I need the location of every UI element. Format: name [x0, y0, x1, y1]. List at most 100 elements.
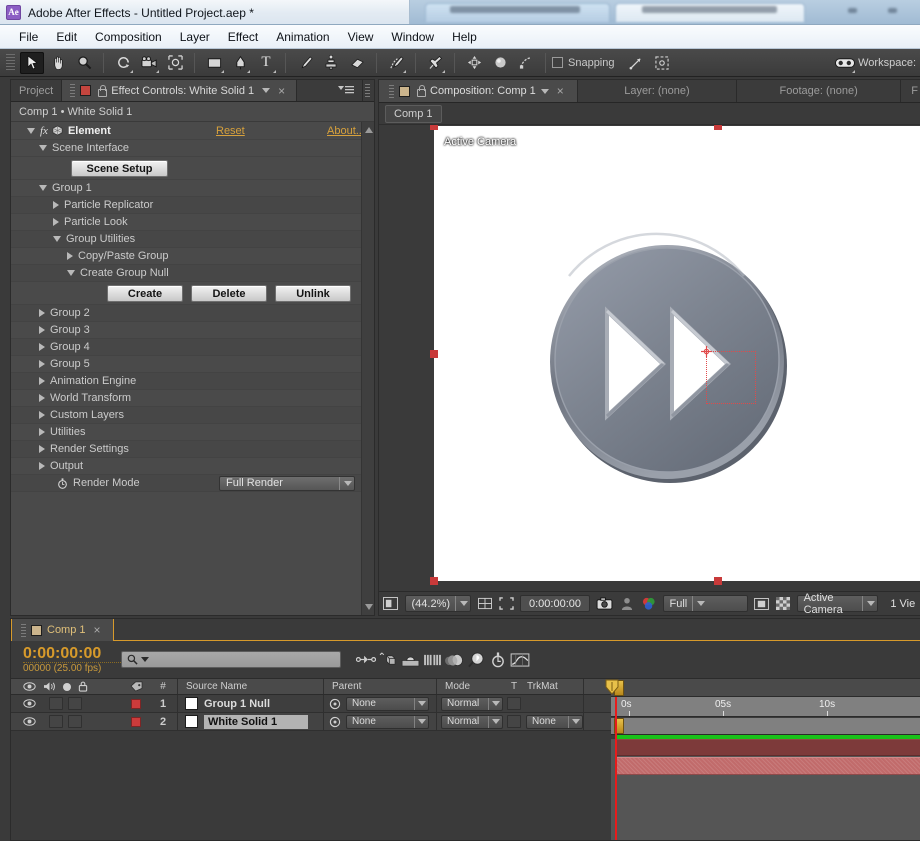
- magnification-dropdown[interactable]: (44.2%): [404, 595, 471, 612]
- camera-tool-button[interactable]: [137, 52, 161, 74]
- search-chevron-icon[interactable]: [141, 657, 149, 662]
- menu-item-layer[interactable]: Layer: [171, 27, 219, 47]
- timeline-graph[interactable]: 0s 05s 10s: [605, 679, 920, 840]
- unlink-button[interactable]: Unlink: [275, 284, 351, 302]
- resolution-dropdown[interactable]: Full: [662, 595, 748, 612]
- tab-footage[interactable]: Footage: (none): [737, 80, 902, 102]
- stopwatch-icon[interactable]: [57, 477, 68, 489]
- chevron-right-icon[interactable]: [53, 201, 59, 209]
- comp-close-icon[interactable]: ×: [554, 84, 567, 98]
- effect-row-scene-interface[interactable]: Scene Interface: [11, 140, 361, 157]
- effect-row-render-settings[interactable]: Render Settings: [11, 441, 361, 458]
- layer-audio-toggle[interactable]: [49, 697, 63, 710]
- type-tool-button[interactable]: T: [254, 52, 278, 74]
- transparency-grid-icon[interactable]: [775, 595, 791, 612]
- menu-item-effect[interactable]: Effect: [219, 27, 267, 47]
- work-area-band[interactable]: [611, 718, 920, 735]
- motion-blur-icon[interactable]: [443, 650, 465, 670]
- preserve-transparency-toggle[interactable]: [507, 697, 521, 710]
- trkmat-chevron-icon[interactable]: [572, 719, 580, 724]
- search-input[interactable]: [121, 651, 341, 668]
- chevron-right-icon[interactable]: [39, 377, 45, 385]
- layer-bar-whitesolid1[interactable]: [615, 757, 920, 775]
- current-time-field[interactable]: 0:00:00:00: [520, 595, 590, 612]
- camera-chevron-icon[interactable]: [867, 601, 876, 606]
- graph-editor-icon[interactable]: [509, 650, 531, 670]
- chevron-down-icon[interactable]: [27, 127, 35, 134]
- chevron-right-icon[interactable]: [39, 309, 45, 317]
- render-mode-row[interactable]: Render Mode Full Render: [11, 475, 361, 492]
- menu-item-composition[interactable]: Composition: [86, 27, 171, 47]
- brush-tool-button[interactable]: [293, 52, 317, 74]
- always-preview-this-view-icon[interactable]: [383, 595, 399, 612]
- composition-viewer[interactable]: Active Camera: [379, 125, 920, 591]
- render-mode-dropdown[interactable]: Full Render: [219, 475, 355, 491]
- column-header-t[interactable]: T: [505, 679, 523, 694]
- effect-row-particle-replicator[interactable]: Particle Replicator: [11, 197, 361, 214]
- resolution-chevron-icon[interactable]: [697, 601, 706, 606]
- chevron-down-icon[interactable]: [39, 185, 47, 191]
- comp-chevron-down-icon[interactable]: [540, 88, 549, 94]
- snap-arrow-icon[interactable]: [624, 52, 648, 74]
- effect-row-group-2[interactable]: Group 2: [11, 305, 361, 322]
- parent-chevron-icon[interactable]: [418, 719, 426, 724]
- draft-3d-icon[interactable]: [377, 650, 399, 670]
- puppet-pin-tool-button[interactable]: [423, 52, 447, 74]
- column-header-index[interactable]: #: [149, 679, 177, 694]
- composition-canvas[interactable]: Active Camera: [430, 125, 920, 585]
- layer-handle-mid-left[interactable]: [430, 350, 438, 358]
- menu-item-file[interactable]: File: [10, 27, 47, 47]
- tab-layer[interactable]: Layer: (none): [578, 80, 738, 102]
- blend-mode-dropdown[interactable]: Normal: [441, 714, 503, 729]
- menu-item-window[interactable]: Window: [382, 27, 443, 47]
- chevron-down-icon[interactable]: [67, 270, 75, 276]
- column-header-parent[interactable]: Parent: [324, 679, 436, 694]
- sphere-icon[interactable]: [488, 52, 512, 74]
- tab-timeline-comp1[interactable]: Comp 1 ×: [11, 619, 114, 641]
- scroll-up-icon[interactable]: [365, 127, 373, 133]
- show-snapshot-icon[interactable]: [619, 595, 635, 612]
- breadcrumb[interactable]: Comp 1: [385, 104, 442, 123]
- effect-row-utilities[interactable]: Utilities: [11, 424, 361, 441]
- effect-row-create-group-null[interactable]: Create Group Null: [11, 265, 361, 282]
- layer-bar-group1null[interactable]: [615, 739, 920, 756]
- choose-grid-guides-icon[interactable]: [477, 595, 493, 612]
- mask-icon[interactable]: [514, 52, 538, 74]
- effect-row-copy-paste-group[interactable]: Copy/Paste Group: [11, 248, 361, 265]
- effect-row-output[interactable]: Output: [11, 458, 361, 475]
- comp-panel-grip-icon[interactable]: [389, 84, 394, 98]
- layer-solo-toggle[interactable]: [68, 697, 82, 710]
- selection-tool-button[interactable]: [20, 51, 44, 74]
- parent-chevron-icon[interactable]: [418, 701, 426, 706]
- take-snapshot-icon[interactable]: [596, 595, 613, 612]
- lock-icon[interactable]: [96, 84, 108, 97]
- roto-brush-tool-button[interactable]: [384, 52, 408, 74]
- layer-visibility-toggle[interactable]: [22, 699, 36, 708]
- chevron-down-icon[interactable]: [53, 236, 61, 242]
- effect-row-group-utilities[interactable]: Group Utilities: [11, 231, 361, 248]
- effect-row-group-5[interactable]: Group 5: [11, 356, 361, 373]
- parent-pickwhip-icon[interactable]: [329, 716, 341, 728]
- rotation-tool-button[interactable]: [111, 52, 135, 74]
- mode-chevron-icon[interactable]: [492, 701, 500, 706]
- workspace-switcher-icon[interactable]: [833, 52, 857, 74]
- panel-menu-grip-icon[interactable]: [70, 84, 76, 97]
- effect-row-world-transform[interactable]: World Transform: [11, 390, 361, 407]
- panel-menu-button[interactable]: [330, 80, 363, 101]
- layer-solo-toggle[interactable]: [68, 715, 82, 728]
- chevron-right-icon[interactable]: [39, 445, 45, 453]
- create-button[interactable]: Create: [107, 284, 183, 302]
- brainstorm-icon[interactable]: [465, 650, 487, 670]
- frame-blending-icon[interactable]: [421, 650, 443, 670]
- timeline-close-icon[interactable]: ×: [91, 623, 104, 637]
- region-of-interest-icon[interactable]: [499, 595, 515, 612]
- scroll-down-icon[interactable]: [365, 604, 373, 610]
- table-row[interactable]: 1 Group 1 Null None Normal: [11, 695, 611, 713]
- pan-behind-tool-button[interactable]: [163, 52, 187, 74]
- panel-resize-grip[interactable]: [365, 84, 370, 97]
- layer-visibility-toggle[interactable]: [22, 717, 36, 726]
- tab-composition[interactable]: Composition: Comp 1 ×: [379, 80, 578, 102]
- table-row[interactable]: 2 White Solid 1 None Normal None: [11, 713, 611, 731]
- layer-handle-bottom-left[interactable]: [430, 577, 438, 585]
- effect-row-group-4[interactable]: Group 4: [11, 339, 361, 356]
